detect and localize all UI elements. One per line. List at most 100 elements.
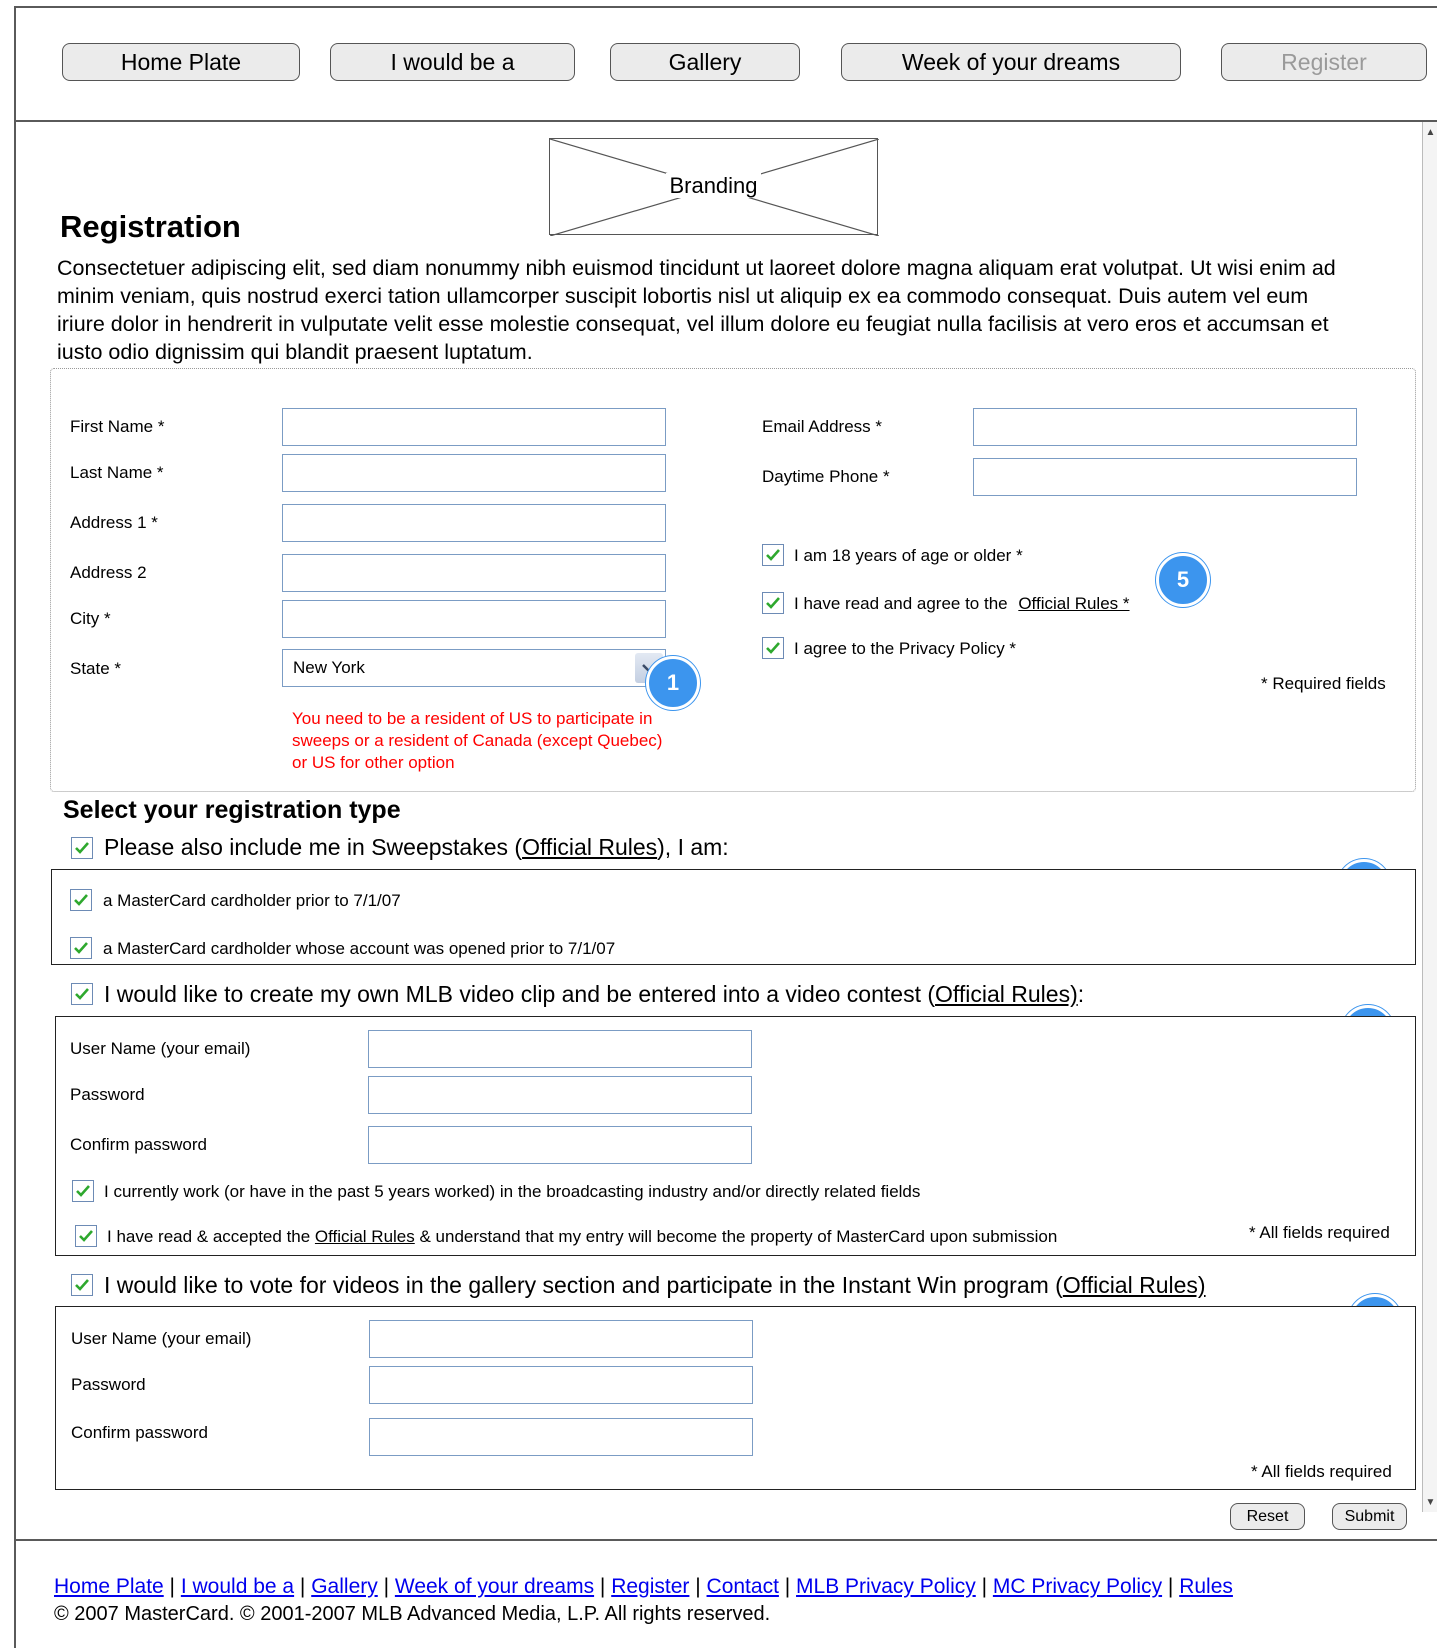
- footer-link-rules[interactable]: Rules: [1179, 1575, 1233, 1598]
- footer-link-register[interactable]: Register: [611, 1575, 689, 1598]
- video-accept-rules-label: I have read & accepted the Official Rule…: [107, 1227, 1057, 1247]
- sweeps-checkbox-label: Please also include me in Sweepstakes (O…: [104, 834, 729, 861]
- email-label: Email Address *: [762, 417, 882, 436]
- video-contest-prefix: I would like to create my own MLB video …: [104, 981, 936, 1007]
- broadcasting-checkbox-label: I currently work (or have in the past 5 …: [104, 1182, 921, 1201]
- registration-type-title: Select your registration type: [63, 796, 401, 824]
- header-divider: [14, 120, 1437, 122]
- vertical-scrollbar[interactable]: ▲ ▼: [1422, 122, 1437, 1512]
- first-name-label: First Name *: [70, 417, 165, 436]
- last-name-input[interactable]: [282, 454, 666, 492]
- official-rules-checkbox[interactable]: [762, 592, 784, 614]
- official-rules-link[interactable]: Official Rules *: [1018, 594, 1129, 613]
- annotation-badge-1: 1: [646, 656, 700, 710]
- sweeps-suffix: ), I am:: [657, 834, 729, 860]
- checkmark-icon: [75, 988, 89, 1000]
- official-rules-checkbox-label: I have read and agree to the Official Ru…: [794, 594, 1130, 614]
- vote-confirm-password-label: Confirm password: [71, 1423, 208, 1442]
- checkmark-icon: [74, 942, 88, 954]
- vote-official-rules-link[interactable]: Official Rules): [1063, 1272, 1206, 1298]
- video-password-input[interactable]: [368, 1076, 752, 1114]
- reset-button[interactable]: Reset: [1230, 1503, 1305, 1530]
- nav-home-plate-button[interactable]: Home Plate: [62, 43, 300, 81]
- frame-left-border: [14, 6, 16, 1648]
- city-input[interactable]: [282, 600, 666, 638]
- checkmark-icon: [75, 1279, 89, 1291]
- nav-gallery-button[interactable]: Gallery: [610, 43, 800, 81]
- sweeps-checkbox[interactable]: [71, 837, 93, 859]
- sweeps-option-1-label: a MasterCard cardholder prior to 7/1/07: [103, 891, 401, 910]
- vote-password-input[interactable]: [369, 1366, 753, 1404]
- video-all-fields-required-note: * All fields required: [1249, 1223, 1390, 1242]
- vote-all-fields-required-note: * All fields required: [1251, 1462, 1392, 1481]
- nav-i-would-be-a-button[interactable]: I would be a: [330, 43, 575, 81]
- nav-week-of-your-dreams-button[interactable]: Week of your dreams: [841, 43, 1181, 81]
- sweeps-official-rules-link[interactable]: Official Rules: [522, 834, 657, 860]
- state-select[interactable]: New York: [282, 649, 666, 687]
- footer-separator: |: [594, 1575, 612, 1598]
- footer-link-mlb-privacy-policy[interactable]: MLB Privacy Policy: [796, 1575, 976, 1598]
- scroll-up-arrow-icon[interactable]: ▲: [1423, 122, 1437, 142]
- checkmark-icon: [766, 642, 780, 654]
- annotation-badge-5: 5: [1156, 553, 1210, 607]
- submit-button[interactable]: Submit: [1332, 1503, 1407, 1530]
- phone-input[interactable]: [973, 458, 1357, 496]
- city-label: City *: [70, 609, 111, 628]
- footer-link-home-plate[interactable]: Home Plate: [54, 1575, 164, 1598]
- video-accept-prefix: I have read & accepted the: [107, 1227, 315, 1246]
- vote-checkbox-label: I would like to vote for videos in the g…: [104, 1272, 1206, 1299]
- address2-input[interactable]: [282, 554, 666, 592]
- footer-link-mc-privacy-policy[interactable]: MC Privacy Policy: [993, 1575, 1162, 1598]
- required-fields-note: * Required fields: [1261, 674, 1386, 693]
- video-accept-suffix: & understand that my entry will become t…: [414, 1227, 1058, 1246]
- footer-separator: |: [294, 1575, 312, 1598]
- vote-confirm-password-input[interactable]: [369, 1418, 753, 1456]
- checkmark-icon: [766, 597, 780, 609]
- sweeps-option-2-checkbox[interactable]: [70, 937, 92, 959]
- age-checkbox[interactable]: [762, 544, 784, 566]
- footer-divider: [14, 1539, 1437, 1541]
- phone-label: Daytime Phone *: [762, 467, 890, 486]
- page-title: Registration: [60, 209, 241, 244]
- privacy-policy-checkbox-label: I agree to the Privacy Policy *: [794, 639, 1017, 658]
- vote-username-input[interactable]: [369, 1320, 753, 1358]
- last-name-label: Last Name *: [70, 463, 164, 482]
- branding-label: Branding: [666, 173, 761, 198]
- video-official-rules-link[interactable]: Official Rules): [935, 981, 1078, 1007]
- vote-prefix: I would like to vote for videos in the g…: [104, 1272, 1063, 1298]
- video-username-input[interactable]: [368, 1030, 752, 1068]
- broadcasting-checkbox[interactable]: [72, 1180, 94, 1202]
- copyright-text: © 2007 MasterCard. © 2001-2007 MLB Advan…: [54, 1603, 771, 1625]
- sweeps-option-1-checkbox[interactable]: [70, 889, 92, 911]
- footer-separator: |: [1162, 1575, 1180, 1598]
- nav-register-button[interactable]: Register: [1221, 43, 1427, 81]
- vote-username-label: User Name (your email): [71, 1329, 252, 1348]
- scroll-down-arrow-icon[interactable]: ▼: [1423, 1492, 1437, 1512]
- vote-checkbox[interactable]: [71, 1274, 93, 1296]
- checkmark-icon: [74, 894, 88, 906]
- branding-placeholder: Branding: [549, 138, 879, 236]
- footer-separator: |: [377, 1575, 395, 1598]
- video-accept-rules-checkbox[interactable]: [75, 1225, 97, 1247]
- address2-label: Address 2: [70, 563, 147, 582]
- checkmark-icon: [76, 1185, 90, 1197]
- email-input[interactable]: [973, 408, 1357, 446]
- first-name-input[interactable]: [282, 408, 666, 446]
- footer-separator: |: [975, 1575, 993, 1598]
- video-accept-official-rules-link[interactable]: Official Rules: [315, 1227, 415, 1246]
- video-username-label: User Name (your email): [70, 1039, 251, 1058]
- checkmark-icon: [79, 1230, 93, 1242]
- footer-link-gallery[interactable]: Gallery: [311, 1575, 378, 1598]
- footer-link-contact[interactable]: Contact: [707, 1575, 779, 1598]
- privacy-policy-checkbox[interactable]: [762, 637, 784, 659]
- video-contest-checkbox[interactable]: [71, 983, 93, 1005]
- sweeps-prefix: Please also include me in Sweepstakes (: [104, 834, 523, 860]
- address1-input[interactable]: [282, 504, 666, 542]
- footer-link-i-would-be-a[interactable]: I would be a: [181, 1575, 294, 1598]
- checkmark-icon: [766, 549, 780, 561]
- footer-link-week-of-your-dreams[interactable]: Week of your dreams: [395, 1575, 594, 1598]
- video-confirm-password-input[interactable]: [368, 1126, 752, 1164]
- official-rules-prefix: I have read and agree to the: [794, 594, 1013, 613]
- vote-password-label: Password: [71, 1375, 146, 1394]
- footer-links: Home Plate | I would be a | Gallery | We…: [54, 1575, 1233, 1599]
